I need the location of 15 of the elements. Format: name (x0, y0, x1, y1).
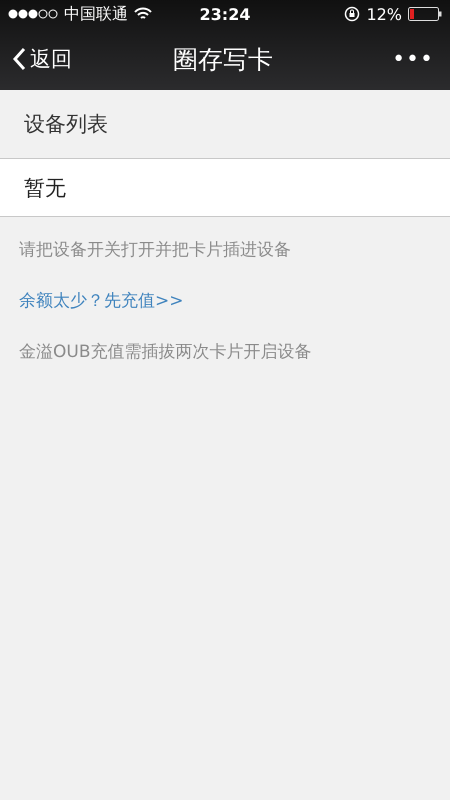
carrier-name: 中国联通 (64, 4, 128, 24)
signal-icon (8, 9, 58, 19)
chevron-left-icon (12, 47, 26, 71)
more-button[interactable]: ••• (273, 46, 438, 72)
device-row[interactable]: 暂无 (0, 159, 450, 217)
page-title: 圈存写卡 (173, 44, 273, 76)
hint-text: 金溢OUB充值需插拔两次卡片开启设备 (19, 341, 312, 363)
wifi-icon (134, 7, 152, 21)
back-button[interactable]: 返回 (12, 45, 173, 73)
battery-percent: 12% (366, 4, 402, 24)
hint-text: 请把设备开关打开并把卡片插进设备 (19, 239, 291, 261)
battery-icon (408, 7, 442, 21)
recharge-link[interactable]: 余额太少？先充值>> (19, 289, 184, 312)
rotation-lock-icon (344, 6, 360, 22)
status-time: 23:24 (200, 4, 250, 24)
